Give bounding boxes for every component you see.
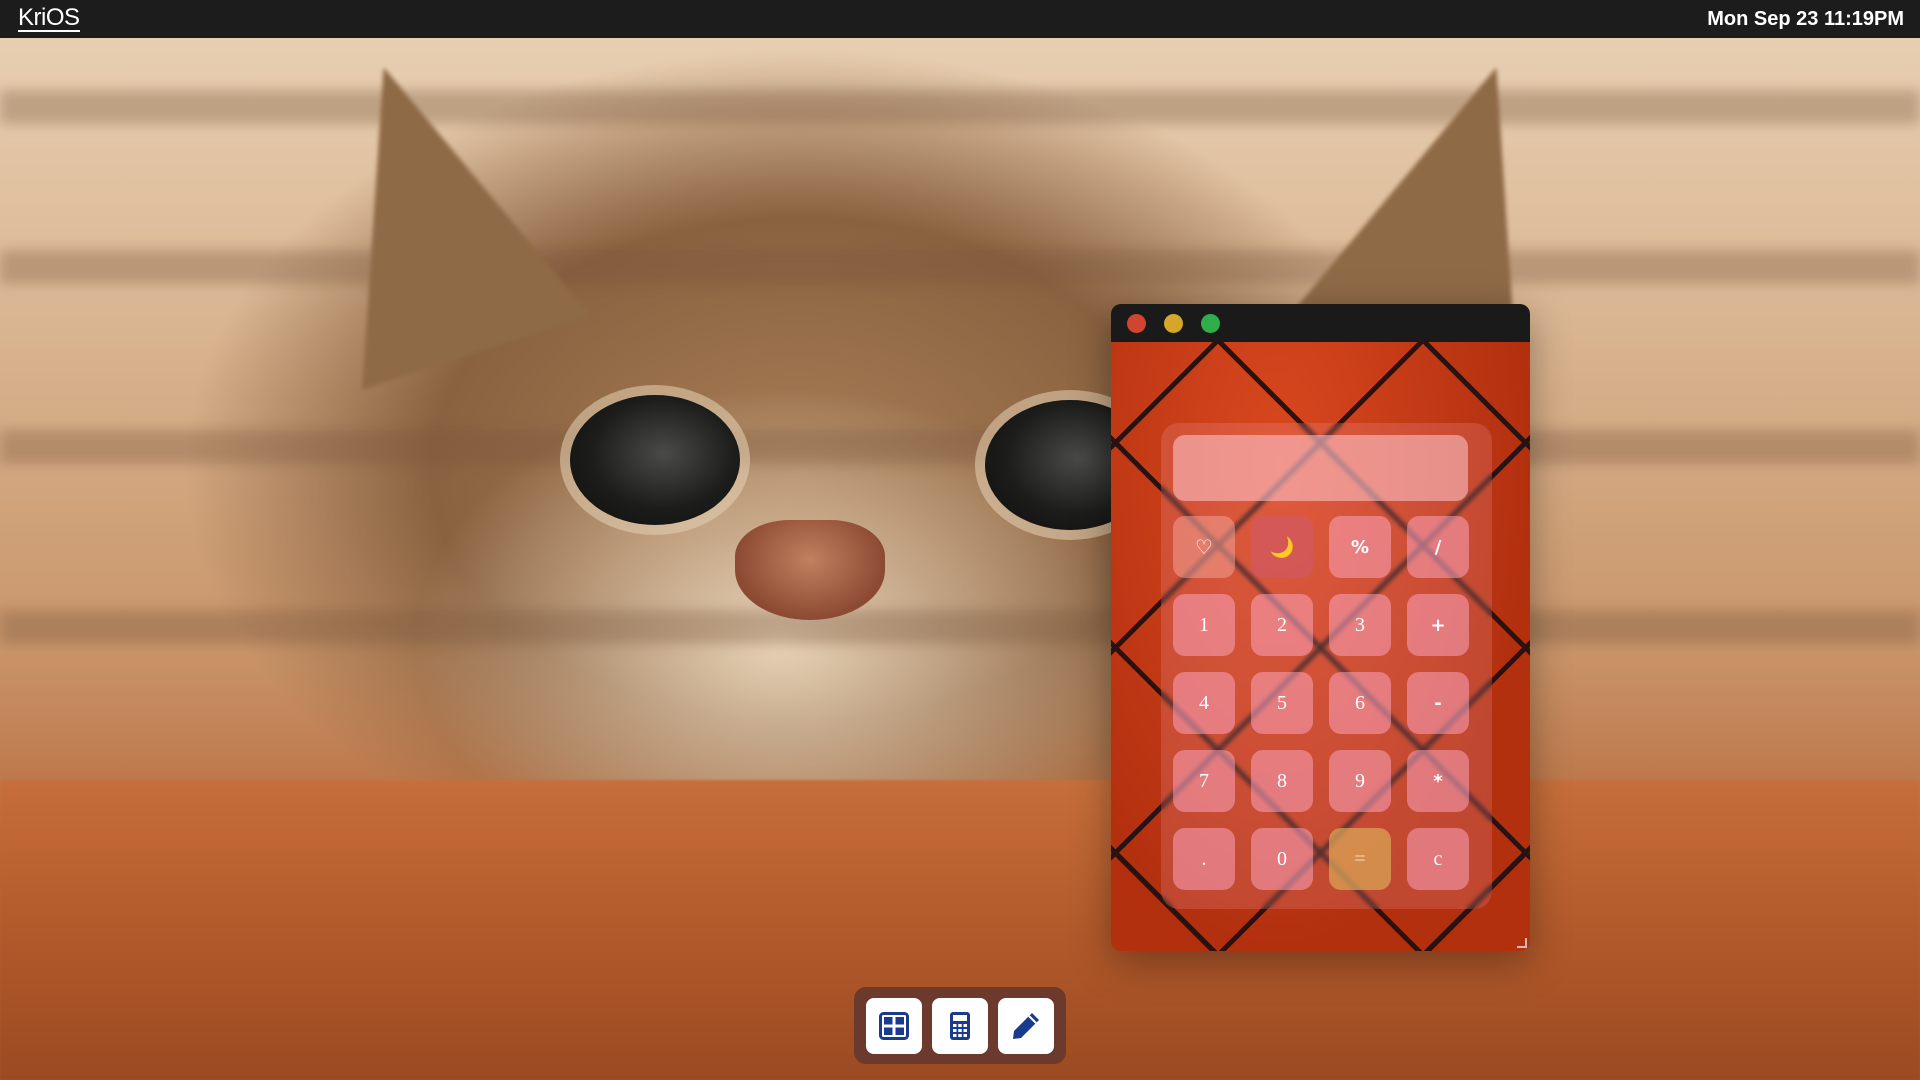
key-clear[interactable]: c [1407, 828, 1469, 890]
cat-eye-left [570, 395, 740, 525]
cat-ear-left [269, 30, 591, 390]
key-7[interactable]: 7 [1173, 750, 1235, 812]
grid-icon [879, 1011, 909, 1040]
os-logo[interactable]: KriOS [18, 5, 80, 32]
key-heart-theme[interactable]: ♡ [1173, 516, 1235, 578]
window-titlebar[interactable] [1111, 304, 1530, 342]
dock [854, 987, 1066, 1064]
pencil-icon [1013, 1012, 1039, 1039]
key-minus[interactable]: - [1407, 672, 1469, 734]
desktop-wallpaper [0, 0, 1920, 1080]
key-8[interactable]: 8 [1251, 750, 1313, 812]
key-0[interactable]: 0 [1251, 828, 1313, 890]
dock-calculator-app[interactable] [932, 997, 988, 1054]
key-divide[interactable]: / [1407, 516, 1469, 578]
calculator-background: ♡ 🌙% / 1 2 3 +4 5 6- 7 8 9 *. 0 = c [1111, 342, 1530, 951]
dock-grid-app[interactable] [866, 997, 922, 1054]
key-plus[interactable]: + [1407, 594, 1469, 656]
maximize-button[interactable] [1201, 313, 1220, 333]
calculator-panel: ♡ 🌙% / 1 2 3 +4 5 6- 7 8 9 *. 0 = c [1161, 423, 1492, 909]
key-4[interactable]: 4 [1173, 672, 1235, 734]
key-9[interactable]: 9 [1329, 750, 1391, 812]
key-6[interactable]: 6 [1329, 672, 1391, 734]
wallpaper-stripe [0, 430, 1920, 464]
calculator-keypad: ♡ 🌙% / 1 2 3 +4 5 6- 7 8 9 *. 0 = c [1173, 516, 1469, 890]
key-1[interactable]: 1 [1173, 594, 1235, 656]
key-5[interactable]: 5 [1251, 672, 1313, 734]
minimize-button[interactable] [1164, 313, 1183, 333]
dock-pencil-app[interactable] [998, 997, 1054, 1054]
calculator-icon [950, 1011, 970, 1040]
key-decimal[interactable]: . [1173, 828, 1235, 890]
calculator-window: ♡ 🌙% / 1 2 3 +4 5 6- 7 8 9 *. 0 = c [1111, 304, 1530, 951]
key-2[interactable]: 2 [1251, 594, 1313, 656]
key-moon-theme[interactable]: 🌙 [1251, 516, 1313, 578]
key-multiply[interactable]: * [1407, 750, 1469, 812]
key-equals[interactable]: = [1329, 828, 1391, 890]
wallpaper-stripe [0, 610, 1920, 644]
resize-handle[interactable] [1517, 938, 1527, 948]
wallpaper-stripe [0, 250, 1920, 284]
calculator-display [1173, 435, 1468, 501]
close-button[interactable] [1127, 313, 1146, 333]
key-3[interactable]: 3 [1329, 594, 1391, 656]
key-percent[interactable]: % [1329, 516, 1391, 578]
cat-nose [735, 520, 885, 620]
top-menu-bar: KriOS Mon Sep 23 11:19PM [0, 0, 1920, 38]
clock: Mon Sep 23 11:19PM [1707, 7, 1904, 30]
